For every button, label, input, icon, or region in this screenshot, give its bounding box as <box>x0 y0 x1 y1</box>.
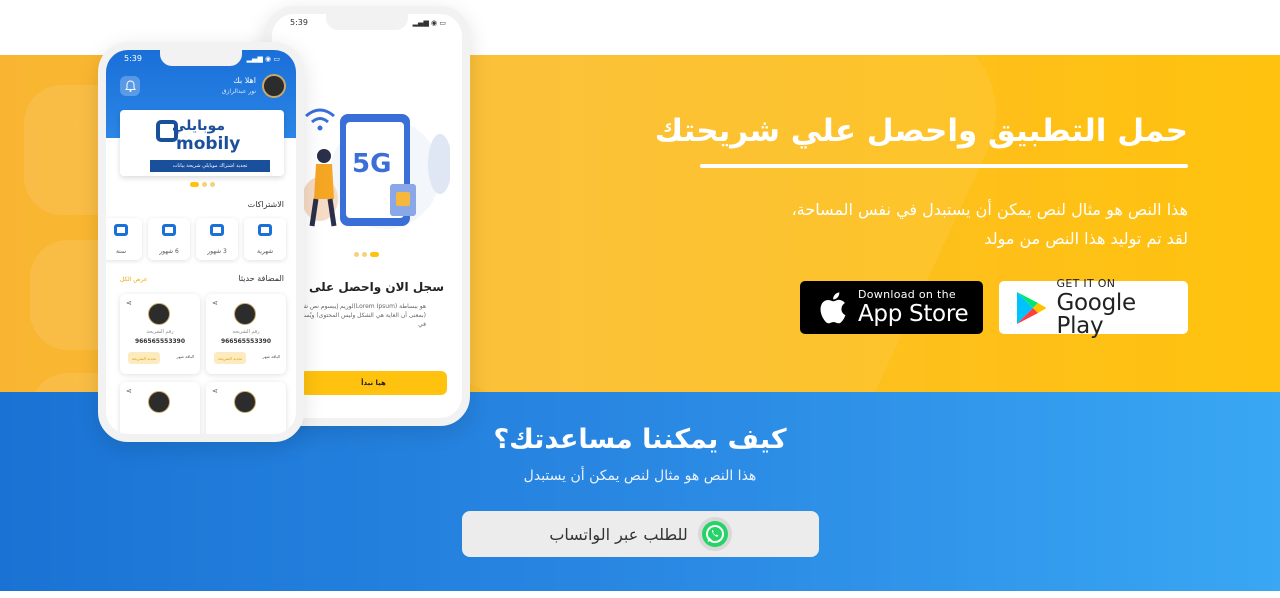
status-time: 5:39 <box>124 54 142 63</box>
status-time: 5:39 <box>290 18 308 27</box>
pagination-dot <box>362 252 367 257</box>
sim-label: رقم الشريحة <box>232 329 260 335</box>
share-icon: ⋖ <box>126 299 132 307</box>
plan-card: 3 شهور <box>196 218 238 260</box>
mobily-plan-icon <box>162 224 176 236</box>
sim-renew-pill: تجديد الشريحة <box>128 352 160 364</box>
whatsapp-order-button[interactable]: للطلب عبر الواتساب <box>462 511 819 557</box>
pagination-dot-active <box>370 252 379 257</box>
title-underline <box>700 164 1188 168</box>
home-phone-mockup: 5:39 ▂▄▆ ◉ ▭ اهلا بك نور عبدالرازق موباي… <box>98 42 304 442</box>
help-subtitle: هذا النص هو مثال لنص يمكن أن يستبدل <box>523 468 757 484</box>
sim-number: 966565553390 <box>134 338 186 345</box>
google-play-texts: GET IT ON Google Play <box>1057 278 1188 338</box>
share-icon: ⋖ <box>212 299 218 307</box>
share-icon: ⋖ <box>126 387 132 395</box>
plan-label: 6 شهور <box>159 248 179 255</box>
5g-art-text: 5G <box>352 149 391 179</box>
banner-logo-english: mobily <box>176 134 241 154</box>
sim-avatar <box>148 303 170 325</box>
phone-notch <box>326 14 408 30</box>
user-avatar <box>262 74 286 98</box>
sim-avatar <box>148 391 170 413</box>
banner-strip-text: تجديد اشتراك موبايلي شريحة بيانات <box>150 160 270 172</box>
google-play-small-text: GET IT ON <box>1056 276 1116 290</box>
pagination-dot <box>210 182 215 187</box>
sim-card: ⋖ رقم الشريحة 966565553390 تجديد الشريحة… <box>206 294 286 374</box>
greeting-text: اهلا بك <box>233 76 256 85</box>
promo-banner: موبايلي mobily تجديد اشتراك موبايلي شريح… <box>120 110 284 176</box>
plan-card: سنة <box>106 218 142 260</box>
app-store-button[interactable]: Download on the App Store <box>800 281 983 334</box>
sim-card: ⋖ رقم الشريحة 966565553390 تجديد الشريحة… <box>120 294 200 374</box>
sim-renew-pill: تجديد الشريحة <box>214 352 246 364</box>
sim-number: 966565553390 <box>220 338 272 345</box>
sim-card: ⋖ <box>120 382 200 434</box>
download-title: حمل التطبيق واحصل علي شريحتك <box>654 113 1188 149</box>
plan-label: 3 شهور <box>207 248 227 255</box>
sim-package-info: الباقة شهر <box>262 354 281 359</box>
pagination-dot <box>202 182 207 187</box>
signal-battery-icon: ▂▄▆ ◉ ▭ <box>246 55 280 63</box>
onboarding-start-button: هيا نبدأ <box>300 371 447 395</box>
plan-card: 6 شهور <box>148 218 190 260</box>
whatsapp-icon <box>697 517 732 551</box>
signal-battery-icon: ▂▄▆ ◉ ▭ <box>412 19 446 27</box>
mobily-plan-icon <box>114 224 128 236</box>
google-play-big-text: Google Play <box>1056 289 1137 339</box>
banner-pagination <box>190 182 215 187</box>
apple-icon <box>812 288 852 328</box>
google-play-button[interactable]: GET IT ON Google Play <box>999 278 1188 337</box>
app-store-texts: Download on the App Store <box>858 288 969 327</box>
mobily-plan-icon <box>210 224 224 236</box>
sim-package-info: الباقة شهر <box>176 354 195 359</box>
bell-icon <box>120 76 140 96</box>
download-description: هذا النص هو مثال لنص يمكن أن يستبدل في ن… <box>791 200 1188 248</box>
sim-avatar <box>234 303 256 325</box>
google-play-icon <box>1011 288 1051 328</box>
sim-label: رقم الشريحة <box>146 329 174 335</box>
sim-card: ⋖ <box>206 382 286 434</box>
share-icon: ⋖ <box>212 387 218 395</box>
pagination-dot <box>354 252 359 257</box>
mobily-plan-icon <box>258 224 272 236</box>
user-name: نور عبدالرازق <box>221 88 256 95</box>
plans-row: شهرية 3 شهور 6 شهور سنة <box>106 218 296 262</box>
banner-logo-arabic: موبايلي <box>172 118 226 134</box>
sim-avatar <box>234 391 256 413</box>
plan-label: سنة <box>115 248 127 255</box>
view-all-link: عرض الكل <box>120 276 148 283</box>
whatsapp-button-label: للطلب عبر الواتساب <box>549 524 688 544</box>
phone-notch <box>160 50 242 66</box>
5g-illustration: 5G <box>302 108 450 229</box>
recent-title: المضافة حديثا <box>238 274 284 283</box>
pagination-dot-active <box>190 182 199 187</box>
onboarding-pagination <box>354 252 379 257</box>
plan-label: شهرية <box>257 248 273 255</box>
subscriptions-title: الاشتراكات <box>247 200 284 209</box>
plan-card: شهرية <box>244 218 286 260</box>
page-root: حمل التطبيق واحصل علي شريحتك هذا النص هو… <box>0 0 1280 598</box>
app-store-small-text: Download on the <box>858 288 956 301</box>
app-store-big-text: App Store <box>858 301 969 327</box>
onboarding-body: هو ببساطة (Lorem Ipsum)لوريم إيبسوم نص ش… <box>291 303 426 328</box>
